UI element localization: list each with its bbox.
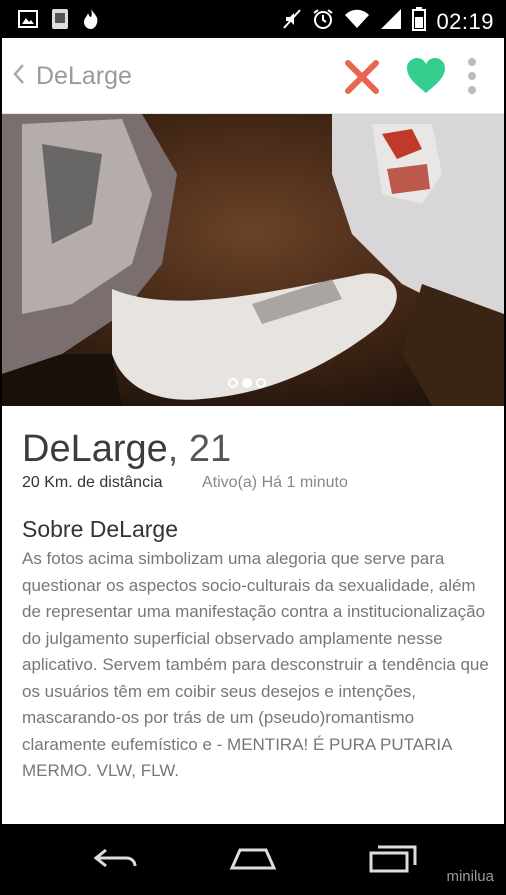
wifi-icon — [344, 8, 370, 35]
profile-name-age: DeLarge, 21 — [22, 428, 231, 471]
clock-time: 02:19 — [436, 8, 494, 34]
profile-photo[interactable] — [2, 114, 504, 406]
back-icon[interactable] — [12, 62, 26, 91]
system-nav-bar: minilua — [0, 824, 506, 895]
like-heart-icon[interactable] — [405, 56, 447, 96]
photo-image — [2, 114, 504, 406]
profile-name: DeLarge — [22, 428, 168, 470]
more-vert-icon[interactable] — [464, 56, 480, 96]
nav-back-icon[interactable] — [92, 844, 138, 877]
tinder-flame-icon — [82, 8, 100, 35]
nav-home-icon[interactable] — [228, 844, 278, 877]
battery-icon — [412, 7, 427, 36]
reject-x-icon[interactable] — [343, 58, 381, 96]
app-icon — [50, 8, 70, 35]
last-active-label: Ativo(a) Há 1 minuto — [202, 474, 348, 491]
nav-recents-icon[interactable] — [368, 844, 418, 879]
image-icon — [18, 9, 38, 34]
pager-dot[interactable] — [228, 378, 238, 388]
about-text: As fotos acima simbolizam uma alegoria q… — [22, 549, 489, 780]
profile-age: , 21 — [167, 428, 232, 470]
pager-dot-active[interactable] — [242, 378, 252, 388]
watermark: minilua — [446, 868, 494, 885]
alarm-icon — [312, 8, 334, 35]
photo-pager[interactable] — [228, 378, 266, 388]
app-bar: DeLarge — [2, 38, 504, 114]
profile-title[interactable]: DeLarge — [36, 62, 132, 91]
mute-icon — [282, 8, 302, 35]
signal-icon — [380, 8, 402, 35]
distance-label: 20 Km. de distância — [22, 474, 163, 491]
about-title: Sobre DeLarge — [22, 516, 178, 542]
status-bar: 02:19 — [0, 0, 506, 38]
profile-card: DeLarge, 21 20 Km. de distância Ativo(a)… — [2, 406, 504, 824]
pager-dot[interactable] — [256, 378, 266, 388]
